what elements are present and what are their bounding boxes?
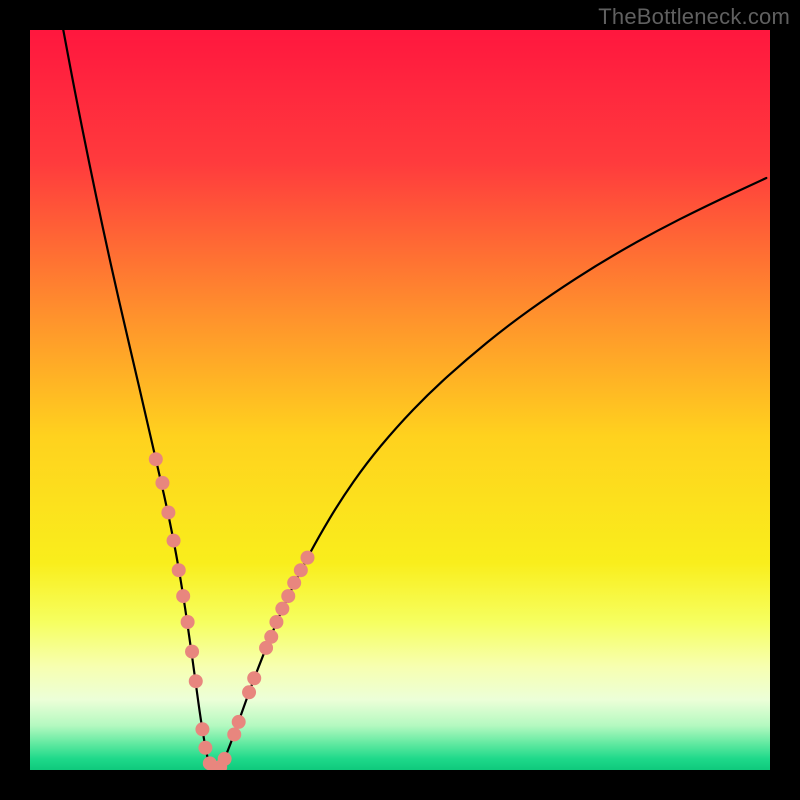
marker-dot [161, 505, 175, 519]
watermark-text: TheBottleneck.com [598, 4, 790, 30]
marker-dot [294, 563, 308, 577]
marker-dot [185, 645, 199, 659]
marker-dot [269, 615, 283, 629]
bottleneck-chart [30, 30, 770, 770]
marker-dot [176, 589, 190, 603]
marker-dot [181, 615, 195, 629]
marker-dot [149, 452, 163, 466]
plot-area [30, 30, 770, 770]
marker-dot [218, 752, 232, 766]
marker-dot [227, 727, 241, 741]
marker-dot [172, 563, 186, 577]
marker-dot [198, 741, 212, 755]
marker-dot [232, 715, 246, 729]
marker-dot [195, 722, 209, 736]
marker-dot [242, 685, 256, 699]
marker-dot [189, 674, 203, 688]
marker-dot [301, 551, 315, 565]
marker-dot [281, 589, 295, 603]
marker-dot [167, 534, 181, 548]
marker-dot [247, 671, 261, 685]
gradient-background [30, 30, 770, 770]
marker-dot [155, 476, 169, 490]
marker-dot [275, 602, 289, 616]
marker-dot [287, 576, 301, 590]
marker-dot [264, 630, 278, 644]
chart-frame: TheBottleneck.com [0, 0, 800, 800]
